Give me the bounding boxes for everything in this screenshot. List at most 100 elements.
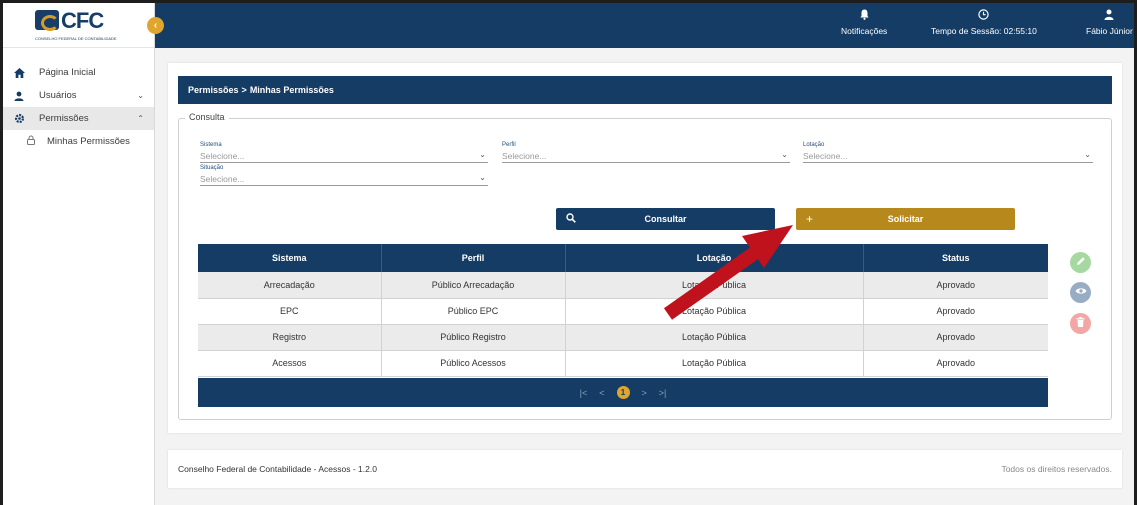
sistema-label: Sistema <box>200 142 222 148</box>
plus-icon: + <box>806 212 814 226</box>
user-menu-button[interactable]: Fábio Júnior <box>1086 9 1133 36</box>
cell-perfil: Público EPC <box>381 298 566 325</box>
cell-lotacao: Lotação Pública <box>565 298 864 325</box>
notifications-label: Notificações <box>841 26 888 36</box>
cell-status: Aprovado <box>863 298 1048 325</box>
situacao-select[interactable]: Situação Selecione... ⌄ <box>200 165 488 186</box>
lotacao-select-value[interactable]: Selecione... ⌄ <box>803 150 1093 163</box>
column-header-sistema[interactable]: Sistema <box>198 244 382 272</box>
logo-subtext: CONSELHO FEDERAL DE CONTABILIDADE <box>35 36 117 41</box>
cfc-logo[interactable]: CFC CONSELHO FEDERAL DE CONTABILIDADE <box>33 6 121 44</box>
situacao-label: Situação <box>200 165 224 171</box>
sidebar-item-permissoes[interactable]: Permissões ⌃ <box>3 107 154 130</box>
table-row[interactable]: Acessos Público Acessos Lotação Pública … <box>198 350 1048 377</box>
window-frame-left <box>0 0 3 505</box>
footer-rights: Todos os direitos reservados. <box>1001 464 1112 474</box>
notifications-button[interactable]: Notificações <box>841 9 887 36</box>
footer-app-info: Conselho Federal de Contabilidade - Aces… <box>178 464 377 474</box>
cell-sistema: Arrecadação <box>198 272 382 299</box>
cell-perfil: Público Registro <box>381 324 566 351</box>
lock-icon <box>27 135 37 147</box>
situacao-select-value[interactable]: Selecione... ⌄ <box>200 173 488 186</box>
sistema-select[interactable]: Sistema Selecione... ⌄ <box>200 142 488 163</box>
situacao-value-text: Selecione... <box>200 174 245 184</box>
main-card: Permissões > Minhas Permissões Consulta … <box>168 63 1122 433</box>
bell-icon <box>841 9 887 24</box>
table-header-row: Sistema Perfil Lotação Status <box>198 244 1048 272</box>
consultar-button[interactable]: Consultar <box>556 208 775 230</box>
lotacao-select[interactable]: Lotação Selecione... ⌄ <box>803 142 1093 163</box>
column-header-lotacao[interactable]: Lotação <box>565 244 864 272</box>
consultar-label: Consultar <box>644 214 687 224</box>
view-button[interactable] <box>1070 282 1091 303</box>
consulta-fieldset: Consulta Sistema Selecione... ⌄ Perfil Se… <box>178 112 1112 420</box>
next-page-icon[interactable]: > <box>642 388 647 398</box>
session-timer: Tempo de Sessão: 02:55:10 <box>931 9 1037 36</box>
page-footer: Conselho Federal de Contabilidade - Aces… <box>168 450 1122 488</box>
chevron-up-icon: ⌃ <box>137 114 144 123</box>
cell-perfil: Público Acessos <box>381 350 566 377</box>
lotacao-value-text: Selecione... <box>803 151 848 161</box>
current-page-button[interactable]: 1 <box>616 386 630 399</box>
cell-sistema: EPC <box>198 298 382 325</box>
breadcrumb-parent[interactable]: Permissões <box>188 85 239 95</box>
home-icon <box>13 67 25 79</box>
eye-icon <box>1075 287 1087 298</box>
table-row[interactable]: Registro Público Registro Lotação Públic… <box>198 324 1048 351</box>
pagination: |< < 1 > >| <box>198 378 1048 407</box>
cfc-logo-mark-icon <box>35 10 59 31</box>
breadcrumb: Permissões > Minhas Permissões <box>178 76 1112 104</box>
fieldset-legend: Consulta <box>185 112 229 122</box>
chevron-left-icon: ‹ <box>153 20 158 31</box>
cell-status: Aprovado <box>863 324 1048 351</box>
perfil-select[interactable]: Perfil Selecione... ⌄ <box>502 142 790 163</box>
cell-lotacao: Lotação Pública <box>565 350 864 377</box>
sidebar-item-pagina-inicial[interactable]: Página Inicial <box>3 61 154 84</box>
cell-sistema: Acessos <box>198 350 382 377</box>
solicitar-label: Solicitar <box>887 214 924 224</box>
session-time-label: Tempo de Sessão: 02:55:10 <box>931 26 1037 36</box>
delete-button[interactable] <box>1070 313 1091 334</box>
cell-status: Aprovado <box>863 272 1048 299</box>
cell-perfil: Público Arrecadação <box>381 272 566 299</box>
search-icon <box>566 212 576 226</box>
table-row[interactable]: EPC Público EPC Lotação Pública Aprovado <box>198 298 1048 325</box>
sidebar-item-label: Permissões <box>39 113 89 124</box>
lotacao-label: Lotação <box>803 142 825 148</box>
chevron-down-icon: ⌄ <box>781 150 788 159</box>
sistema-select-value[interactable]: Selecione... ⌄ <box>200 150 488 163</box>
column-header-perfil[interactable]: Perfil <box>381 244 566 272</box>
table-row[interactable]: Arrecadação Público Arrecadação Lotação … <box>198 272 1048 299</box>
sistema-value-text: Selecione... <box>200 151 245 161</box>
breadcrumb-separator: > <box>241 85 247 95</box>
window-frame-top <box>0 0 1137 3</box>
chevron-down-icon: ⌄ <box>479 173 486 182</box>
column-header-status[interactable]: Status <box>863 244 1048 272</box>
sidebar-toggle-button[interactable]: ‹ <box>147 17 164 34</box>
solicitar-button[interactable]: + Solicitar <box>796 208 1015 230</box>
logo-text: CFC <box>61 8 104 33</box>
last-page-icon[interactable]: >| <box>659 388 667 398</box>
sidebar-subitem-label: Minhas Permissões <box>47 135 130 147</box>
perfil-select-value[interactable]: Selecione... ⌄ <box>502 150 790 163</box>
chevron-down-icon: ⌄ <box>137 91 144 100</box>
edit-button[interactable] <box>1070 252 1091 273</box>
sidebar-subitem-minhas-permissoes[interactable]: Minhas Permissões <box>3 130 154 152</box>
breadcrumb-current: Minhas Permissões <box>249 85 334 95</box>
user-icon <box>13 90 25 102</box>
user-name: Fábio Júnior <box>1086 26 1133 36</box>
sidebar-item-label: Página Inicial <box>39 67 96 78</box>
trash-icon <box>1076 317 1085 330</box>
prev-page-icon[interactable]: < <box>599 388 604 398</box>
sidebar: CFC CONSELHO FEDERAL DE CONTABILIDADE Pá… <box>3 3 155 505</box>
permissions-table: Sistema Perfil Lotação Status Arrecadaçã… <box>198 244 1048 377</box>
perfil-label: Perfil <box>502 142 516 148</box>
logo-area: CFC CONSELHO FEDERAL DE CONTABILIDADE <box>3 3 154 48</box>
perfil-value-text: Selecione... <box>502 151 547 161</box>
sidebar-item-label: Usuários <box>39 90 77 101</box>
cell-lotacao: Lotação Pública <box>565 324 864 351</box>
first-page-icon[interactable]: |< <box>580 388 588 398</box>
sidebar-menu: Página Inicial Usuários ⌄ Permissões ⌃ M… <box>3 48 154 152</box>
cell-status: Aprovado <box>863 350 1048 377</box>
sidebar-item-usuarios[interactable]: Usuários ⌄ <box>3 84 154 107</box>
